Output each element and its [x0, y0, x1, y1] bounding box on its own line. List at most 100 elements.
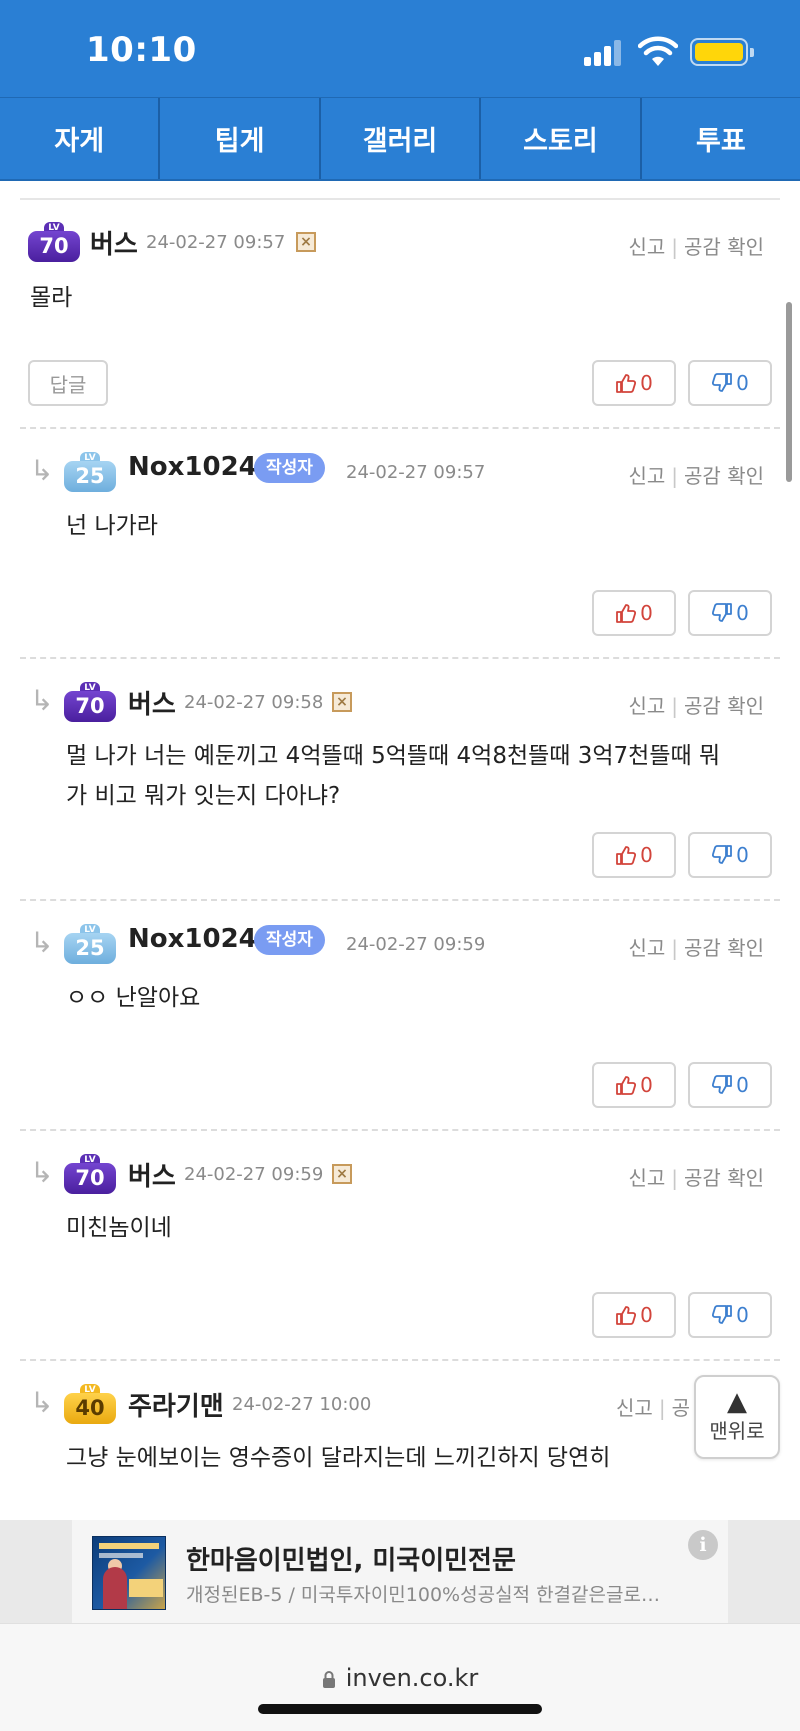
upvote-button[interactable]: 0 — [592, 832, 676, 878]
thumbs-up-icon — [616, 1306, 637, 1325]
downvote-button[interactable]: 0 — [688, 360, 772, 406]
report-link[interactable]: 신고 — [628, 1166, 665, 1190]
divider — [20, 899, 780, 901]
comment-text: 넌 나가라 — [66, 513, 158, 539]
upvote-count: 0 — [640, 843, 653, 867]
lock-icon — [322, 1671, 335, 1688]
ad-banner[interactable]: 한마음이민법인, 미국이민전문 개정된EB-5 / 미국투자이민100%성공실적… — [0, 1520, 800, 1623]
home-indicator[interactable] — [258, 1704, 542, 1714]
report-link[interactable]: 신고 — [628, 694, 665, 718]
comment-date: 24-02-27 09:59 — [184, 1164, 324, 1185]
like-check-link[interactable]: 공감 확인 — [684, 235, 764, 259]
thumbs-down-icon — [712, 1075, 733, 1094]
downvote-count: 0 — [736, 1303, 749, 1327]
url-display[interactable]: inven.co.kr — [0, 1664, 800, 1692]
ad-title[interactable]: 한마음이민법인, 미국이민전문 — [186, 1540, 516, 1577]
thumbs-up-icon — [616, 374, 637, 393]
upvote-button[interactable]: 0 — [592, 360, 676, 406]
comment-nickname[interactable]: Nox1024 — [128, 924, 257, 954]
blocked-image-icon[interactable]: × — [332, 1164, 352, 1184]
thumbs-down-icon — [712, 373, 733, 392]
ad-info-icon[interactable]: i — [688, 1530, 718, 1560]
scrollbar[interactable] — [786, 302, 792, 482]
up-arrow-icon: ▲ — [727, 1387, 747, 1417]
blocked-image-icon[interactable]: × — [332, 692, 352, 712]
comment-date: 24-02-27 09:57 — [146, 232, 286, 253]
report-link[interactable]: 신고 — [628, 235, 665, 259]
comment-actions: 신고 | 공 — [616, 1396, 690, 1420]
comment-text: 몰라 — [30, 285, 73, 311]
level-badge-icon: LV 70 — [64, 1154, 116, 1194]
browser-url-bar[interactable]: inven.co.kr — [0, 1623, 800, 1731]
tab-tip-board[interactable]: 팁게 — [160, 98, 321, 179]
comment-nickname[interactable]: 버스 — [90, 224, 138, 261]
comment-text: 미친놈이네 — [66, 1215, 172, 1241]
reply-arrow-icon: ↳ — [30, 684, 54, 717]
downvote-count: 0 — [736, 843, 749, 867]
report-link[interactable]: 신고 — [628, 464, 665, 488]
downvote-count: 0 — [736, 1073, 749, 1097]
tab-vote[interactable]: 투표 — [642, 98, 800, 179]
comment-text-line: 멀 나가 너는 예둔끼고 4억뜰때 5억뜰때 4억8천뜰때 3억7천뜰때 뭐 — [66, 743, 721, 769]
tab-gallery[interactable]: 갤러리 — [321, 98, 482, 179]
upvote-count: 0 — [640, 371, 653, 395]
thumbs-up-icon — [616, 1076, 637, 1095]
comment-actions: 신고 | 공감 확인 — [628, 694, 764, 718]
downvote-button[interactable]: 0 — [688, 590, 772, 636]
reply-arrow-icon: ↳ — [30, 926, 54, 959]
comment-date: 24-02-27 10:00 — [232, 1394, 372, 1415]
status-time: 10:10 — [86, 30, 197, 70]
ad-content[interactable]: 한마음이민법인, 미국이민전문 개정된EB-5 / 미국투자이민100%성공실적… — [72, 1520, 728, 1623]
ad-subtitle[interactable]: 개정된EB-5 / 미국투자이민100%성공실적 한결같은글로… — [186, 1580, 706, 1607]
downvote-button[interactable]: 0 — [688, 1062, 772, 1108]
report-link[interactable]: 신고 — [616, 1396, 653, 1420]
thumbs-up-icon — [616, 846, 637, 865]
tab-story[interactable]: 스토리 — [481, 98, 642, 179]
comment-text-line: 가 비고 뭐가 잇는지 다아냐? — [66, 783, 341, 809]
comment-date: 24-02-27 09:58 — [184, 692, 324, 713]
scroll-to-top-button[interactable]: ▲ 맨위로 — [694, 1375, 780, 1459]
cellular-signal-icon — [584, 40, 624, 66]
upvote-button[interactable]: 0 — [592, 1292, 676, 1338]
comment-nickname[interactable]: Nox1024 — [128, 452, 257, 482]
thumbs-down-icon — [712, 845, 733, 864]
like-check-link[interactable]: 공감 확인 — [684, 694, 764, 718]
comment-text: ㅇㅇ 난알아요 — [66, 985, 201, 1011]
divider — [20, 427, 780, 429]
reply-button[interactable]: 답글 — [28, 360, 108, 406]
comment-actions: 신고 | 공감 확인 — [628, 235, 764, 259]
reply-arrow-icon: ↳ — [30, 1156, 54, 1189]
comment-nickname[interactable]: 버스 — [128, 1156, 176, 1193]
comment-date: 24-02-27 09:57 — [346, 462, 486, 483]
url-text: inven.co.kr — [345, 1664, 479, 1692]
comment-date: 24-02-27 09:59 — [346, 934, 486, 955]
wifi-icon — [638, 36, 678, 66]
like-check-link[interactable]: 공감 확인 — [684, 464, 764, 488]
comment-actions: 신고 | 공감 확인 — [628, 1166, 764, 1190]
upvote-button[interactable]: 0 — [592, 1062, 676, 1108]
reply-arrow-icon: ↳ — [30, 454, 54, 487]
report-link[interactable]: 신고 — [628, 936, 665, 960]
upvote-count: 0 — [640, 1303, 653, 1327]
like-check-link[interactable]: 공감 확인 — [684, 1166, 764, 1190]
downvote-button[interactable]: 0 — [688, 1292, 772, 1338]
like-check-link[interactable]: 공감 확인 — [684, 936, 764, 960]
blocked-image-icon[interactable]: × — [296, 232, 316, 252]
board-nav: 자게 팁게 갤러리 스토리 투표 — [0, 97, 800, 181]
comment-nickname[interactable]: 버스 — [128, 684, 176, 721]
downvote-count: 0 — [736, 601, 749, 625]
author-badge: 작성자 — [254, 925, 325, 955]
like-check-link[interactable]: 공 — [672, 1396, 690, 1420]
tab-free-board[interactable]: 자게 — [0, 98, 161, 179]
level-badge-icon: LV 25 — [64, 924, 116, 964]
ad-thumbnail[interactable] — [92, 1536, 166, 1610]
scroll-to-top-label: 맨위로 — [709, 1419, 765, 1443]
downvote-button[interactable]: 0 — [688, 832, 772, 878]
upvote-button[interactable]: 0 — [592, 590, 676, 636]
comment-text: 그냥 눈에보이는 영수증이 달라지는데 느끼긴하지 당연히 — [66, 1445, 611, 1471]
divider — [20, 1359, 780, 1361]
author-badge: 작성자 — [254, 453, 325, 483]
thumbs-down-icon — [712, 1305, 733, 1324]
level-badge-icon: LV 70 — [64, 682, 116, 722]
comment-nickname[interactable]: 주라기맨 — [128, 1386, 224, 1423]
